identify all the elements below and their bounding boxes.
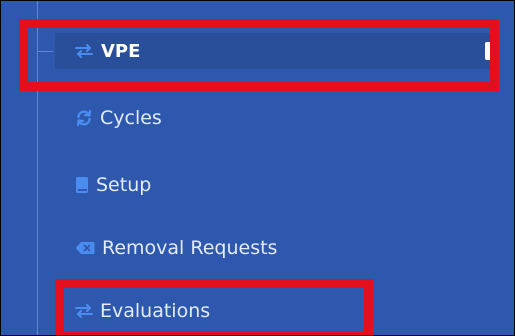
book-icon: [75, 176, 89, 194]
screenshot-frame: VPE Cycles Setup Removal Requests Evalua…: [0, 0, 515, 336]
sidebar-item-label: Removal Requests: [102, 237, 278, 259]
exchange-arrows-icon: [75, 44, 93, 58]
sidebar-item-label: Cycles: [100, 107, 162, 129]
sidebar-nav: VPE Cycles Setup Removal Requests Evalua…: [1, 1, 514, 335]
sidebar-item-vpe[interactable]: VPE: [55, 33, 491, 69]
sidebar-item-setup[interactable]: Setup: [75, 168, 151, 202]
sidebar-item-removal-requests[interactable]: Removal Requests: [75, 231, 277, 265]
sidebar-item-label: VPE: [101, 40, 141, 62]
exchange-arrows-icon: [75, 304, 93, 318]
scrollbar-thumb[interactable]: [485, 42, 491, 60]
refresh-cycle-icon: [75, 109, 93, 127]
tree-connector-horizontal: [37, 51, 53, 52]
sidebar-item-label: Evaluations: [100, 300, 211, 322]
sidebar-item-evaluations[interactable]: Evaluations: [75, 294, 210, 328]
backspace-remove-icon: [75, 241, 95, 255]
sidebar-item-label: Setup: [96, 174, 152, 196]
sidebar-item-cycles[interactable]: Cycles: [75, 101, 162, 135]
